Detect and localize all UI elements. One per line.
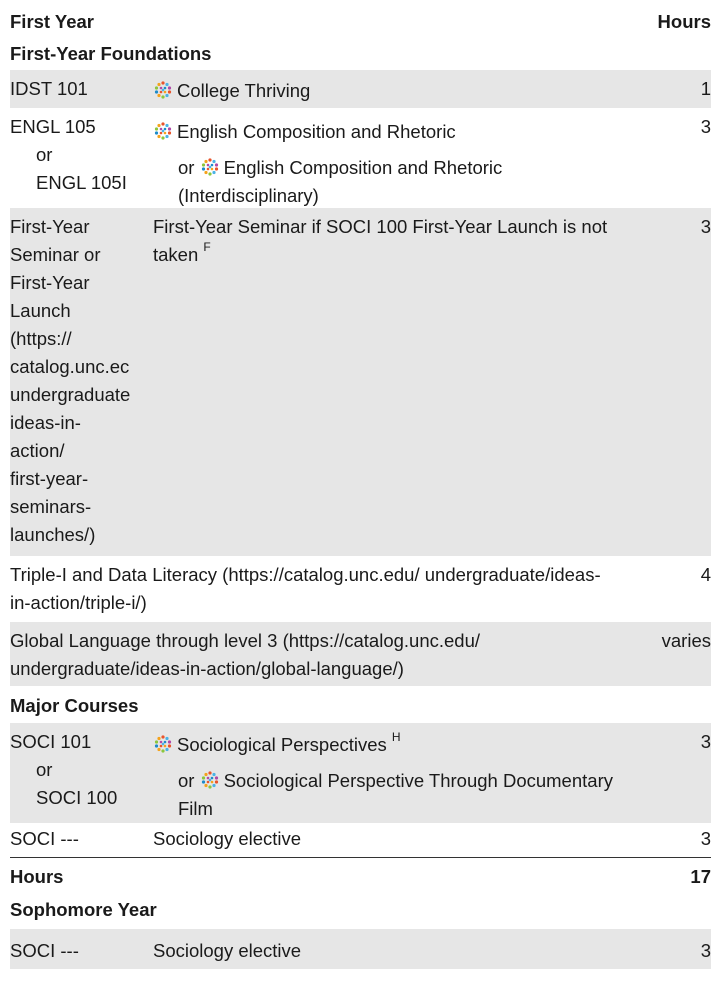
ideas-in-action-icon xyxy=(154,735,172,753)
first-year-heading: First Year xyxy=(10,11,94,32)
course-code-link[interactable]: SOCI 100 xyxy=(10,784,142,812)
ideas-in-action-icon xyxy=(154,81,172,99)
table-row: SOCI --- Sociology elective 3 xyxy=(10,823,711,857)
table-header: First Year Hours xyxy=(10,0,711,37)
total-hours-row: Hours 17 xyxy=(10,857,711,892)
course-hours: 3 xyxy=(700,731,711,752)
ideas-in-action-icon xyxy=(201,158,218,176)
table-row: IDST 101 College Thriving 1 xyxy=(10,70,711,108)
hours-heading: Hours xyxy=(657,11,711,32)
triple-i-link[interactable]: Triple-I and Data Literacy (https://cata… xyxy=(10,561,610,617)
ideas-in-action-icon xyxy=(154,122,172,140)
section-title: First-Year Foundations xyxy=(10,43,212,64)
or-label: or xyxy=(36,759,53,780)
course-code-link[interactable]: ENGL 105I xyxy=(10,169,142,197)
course-code-link[interactable]: SOCI --- xyxy=(10,825,142,853)
table-row: SOCI --- Sociology elective 3 xyxy=(10,929,711,969)
table-row: First-Year Seminar or First-Year Launch (htt… xyxy=(10,208,711,556)
section-major-courses: Major Courses xyxy=(10,686,711,723)
section-sophomore-year: Sophomore Year xyxy=(10,892,711,929)
course-hours: 3 xyxy=(700,828,711,849)
table-row: Triple-I and Data Literacy (https://cata… xyxy=(10,556,711,622)
table-row: ENGL 105 or ENGL 105I English Compositio… xyxy=(10,108,711,208)
table-row: SOCI 101 or SOCI 100 Sociological Perspe… xyxy=(10,723,711,823)
section-title: Major Courses xyxy=(10,695,139,716)
total-hours-value: 17 xyxy=(690,866,711,887)
course-title: Sociology elective xyxy=(153,940,302,961)
course-title: First-Year Seminar if SOCI 100 First-Yea… xyxy=(153,216,608,265)
footnote-marker: H xyxy=(391,729,401,744)
course-title: Sociology elective xyxy=(153,828,302,849)
course-code-link[interactable]: IDST 101 xyxy=(10,75,142,103)
footnote-marker: F xyxy=(203,239,211,254)
course-hours: 4 xyxy=(700,564,711,585)
course-hours: 1 xyxy=(700,78,711,99)
section-first-year-foundations: First-Year Foundations xyxy=(10,37,711,70)
course-hours: varies xyxy=(661,630,711,651)
course-code-cell: SOCI 101 or SOCI 100 xyxy=(10,728,142,812)
course-hours: 3 xyxy=(700,116,711,137)
table-row: Global Language through level 3 (https:/… xyxy=(10,622,711,686)
course-hours: 3 xyxy=(700,940,711,961)
course-code-cell: ENGL 105 or ENGL 105I xyxy=(10,113,142,197)
course-code-link[interactable]: SOCI --- xyxy=(10,937,142,965)
or-label: or xyxy=(36,144,53,165)
ideas-in-action-icon xyxy=(201,771,218,789)
total-hours-label: Hours xyxy=(10,866,64,887)
course-code-link[interactable]: SOCI 101 xyxy=(10,728,142,756)
course-title-cell: English Composition and Rhetoric or Engl… xyxy=(153,118,623,210)
course-title-cell: Sociological Perspectives H or Sociologi… xyxy=(153,731,623,823)
section-title: Sophomore Year xyxy=(10,899,157,920)
course-hours: 3 xyxy=(700,216,711,237)
global-language-link[interactable]: Global Language through level 3 (https:/… xyxy=(10,627,610,683)
first-year-seminar-link[interactable]: First-Year Seminar or First-Year Launch (htt… xyxy=(10,213,142,549)
course-title: College Thriving xyxy=(153,77,623,105)
plan-of-study-table: First Year Hours First-Year Foundations … xyxy=(10,0,711,969)
course-code-link[interactable]: ENGL 105 xyxy=(10,113,142,141)
